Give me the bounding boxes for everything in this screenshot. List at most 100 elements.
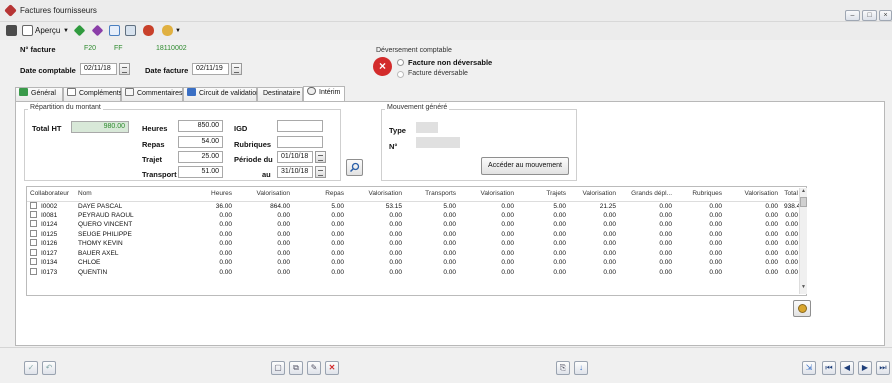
tab-commentaires[interactable]: Commentaires [121,87,183,101]
palette-button[interactable] [793,300,811,317]
date-comptable-field[interactable]: 02/11/18 [80,63,117,75]
collaborateur-code: I0126 [41,240,58,248]
calendar-icon[interactable] [231,63,242,75]
row-checkbox[interactable] [30,210,37,218]
column-header[interactable]: Heures [187,187,235,202]
column-header[interactable]: Repas [293,187,347,202]
close-button[interactable]: × [879,10,892,21]
scrollbar-thumb[interactable] [800,197,807,207]
row-checkbox[interactable] [30,258,37,266]
table-row[interactable]: I0125 SEUGE PHILIPPE 0.00 0.00 0.00 0.00 0.00 0… [27,229,801,240]
settings-icon[interactable] [125,25,136,36]
column-header[interactable]: Transports [405,187,459,202]
deversement-title: Déversement comptable [376,47,452,54]
tab-destinataire[interactable]: Destinataire [257,87,303,101]
search-button[interactable] [346,159,363,176]
igd-field[interactable] [277,120,323,132]
apercu-button[interactable]: Aperçu [35,25,60,37]
column-header[interactable]: Rubriques [675,187,725,202]
table-row[interactable]: I0134 CHLOE 0.00 0.00 0.00 0.00 0.00 0.00 0.00 0.… [27,258,801,268]
rubriques-label: Rubriques [234,140,272,149]
table-row[interactable]: I0127 BAUER AXEL 0.00 0.00 0.00 0.00 0.00 0.00 0… [27,248,801,259]
heures-field[interactable]: 850.00 [178,120,223,132]
column-header[interactable]: Valorisation [725,187,781,202]
scroll-up-icon[interactable]: ▲ [800,188,807,195]
calendar-icon[interactable] [315,151,326,163]
column-header[interactable]: Collaborateur [27,187,75,202]
transport-field[interactable]: 51.00 [178,166,223,178]
maximize-button[interactable]: □ [862,10,877,21]
tab-general[interactable]: Général [15,87,63,101]
table-row[interactable]: I0081 PEYRAUD RAOUL 0.00 0.00 0.00 0.00 0.00 0.… [27,210,801,221]
column-header[interactable]: Valorisation [459,187,517,202]
palette-dropdown-icon[interactable]: ▼ [175,25,181,37]
row-checkbox[interactable] [30,229,37,237]
date-comptable-label: Date comptable [20,66,76,75]
trajet-field[interactable]: 25.00 [178,151,223,163]
table-cell: BAUER AXEL [78,249,119,257]
calendar-icon[interactable] [315,166,326,178]
table-cell: 0.00 [443,230,456,238]
column-header[interactable]: Valorisation [347,187,405,202]
refresh-icon[interactable] [143,25,154,36]
scroll-down-icon[interactable]: ▼ [800,284,807,291]
radio-non-deversable[interactable] [397,59,404,66]
collaborateur-cell: I0125 [27,229,75,240]
date-facture-field[interactable]: 02/11/19 [192,63,229,75]
tab-interim[interactable]: Intérim [303,86,345,101]
table-row[interactable]: I0173 QUENTIN 0.00 0.00 0.00 0.00 0.00 0.00 0.00… [27,267,801,278]
row-checkbox[interactable] [30,267,37,275]
table-row[interactable]: I0126 THOMY KEVIN 0.00 0.00 0.00 0.00 0.00 0.00… [27,239,801,249]
new-document-button[interactable]: ▢ [271,361,285,375]
minimize-button[interactable]: – [845,10,860,21]
last-record-button[interactable]: ⏭ [876,361,890,375]
acceder-mouvement-button[interactable]: Accéder au mouvement [481,157,569,175]
row-checkbox[interactable] [30,220,37,228]
edit-button[interactable]: ✎ [307,361,321,375]
column-header[interactable]: Trajets [517,187,569,202]
periode-du-label: Période du [234,155,273,164]
next-record-button[interactable]: ▶ [858,361,872,375]
grid-icon[interactable] [6,25,17,36]
apercu-dropdown-icon[interactable]: ▼ [63,25,69,37]
first-record-button[interactable]: ⏮ [822,361,836,375]
duplicate-button[interactable]: ⧉ [289,361,303,375]
column-header[interactable]: Valorisation [569,187,619,202]
repas-field[interactable]: 54.00 [178,136,223,148]
attach-button[interactable]: ⎘ [556,361,570,375]
undo-button[interactable]: ↶ [42,361,56,375]
table-row[interactable]: I0124 QUERO VINCENT 0.00 0.00 0.00 0.00 0.00 0.… [27,220,801,230]
radio-deversable[interactable] [397,71,404,78]
table-cell: 0.00 [659,249,672,257]
tab-complements[interactable]: Compléments [63,87,122,101]
palette-icon[interactable] [162,25,173,36]
calendar-icon[interactable] [119,63,130,75]
row-checkbox[interactable] [30,239,37,247]
table-row[interactable]: I0002 DAYE PASCAL 36.00 864.00 5.00 53.15 5.00… [27,201,801,211]
periode-du-field[interactable]: 01/10/18 [277,151,313,163]
table-scrollbar[interactable]: ▲ ▼ [799,188,807,294]
column-header[interactable]: Valorisation [235,187,293,202]
green-diamond-icon[interactable] [73,24,86,37]
preview-icon[interactable] [22,25,33,36]
row-checkbox[interactable] [30,248,37,256]
network-icon[interactable] [109,25,120,36]
purple-diamond-icon[interactable] [91,24,104,37]
table-cell: 0.00 [331,249,344,257]
periode-au-label: au [262,170,271,179]
validate-button[interactable]: ✓ [24,361,38,375]
info-button[interactable]: ↓ [574,361,588,375]
prev-record-button[interactable]: ◀ [840,361,854,375]
delete-button[interactable]: ✕ [325,361,339,375]
tab-circuit-validation[interactable]: Circuit de validation [183,87,260,101]
column-header[interactable]: Nom [75,187,187,202]
table-cell: 0.00 [765,221,778,229]
table-cell: 0.00 [277,211,290,219]
column-header[interactable]: Total [781,187,801,202]
table-cell: 0.00 [709,249,722,257]
row-checkbox[interactable] [30,201,37,209]
rubriques-field[interactable] [277,136,323,148]
expand-button[interactable]: ⇲ [802,361,816,375]
periode-au-field[interactable]: 31/10/18 [277,166,313,178]
column-header[interactable]: Grands dépl... [619,187,675,202]
